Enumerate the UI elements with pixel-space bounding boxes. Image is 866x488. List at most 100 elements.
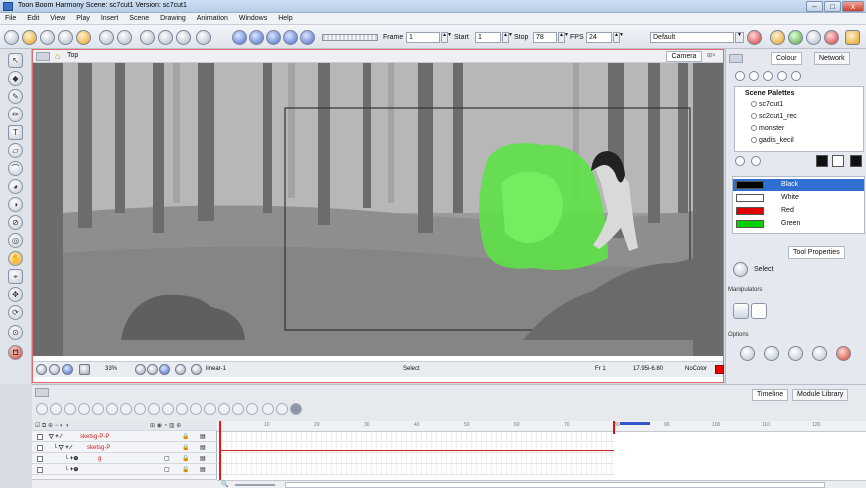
- timeline-zoom-icon[interactable]: 🔍: [221, 481, 228, 488]
- safe-area-icon[interactable]: [79, 364, 90, 375]
- previous-frame-icon[interactable]: [266, 30, 281, 45]
- render-preview-icon[interactable]: [175, 364, 186, 375]
- scene-end-marker[interactable]: [620, 422, 650, 425]
- panel-menu-icon[interactable]: [36, 52, 50, 61]
- remove-palette-icon[interactable]: [749, 71, 759, 81]
- bucket-tool-icon[interactable]: ⛾: [8, 345, 23, 360]
- morph-tool-icon[interactable]: ⊙: [8, 325, 23, 340]
- render-mode-icon[interactable]: [191, 364, 202, 375]
- undo-icon[interactable]: [99, 30, 114, 45]
- lock-icon[interactable]: 🔒: [182, 433, 189, 440]
- close-button[interactable]: x: [842, 1, 864, 12]
- stop-field[interactable]: 78: [533, 32, 557, 43]
- layer-mode-icon[interactable]: ▤: [200, 455, 206, 462]
- menu-windows[interactable]: Windows: [234, 13, 271, 22]
- add-keyframe-icon[interactable]: [134, 403, 146, 415]
- palette-browser-icon[interactable]: [763, 71, 773, 81]
- move-down-icon[interactable]: [791, 71, 801, 81]
- pencil-tool-icon[interactable]: ✏: [8, 107, 23, 122]
- frame-row[interactable]: [217, 454, 614, 464]
- layer-visibility-checkbox[interactable]: [37, 445, 43, 451]
- palette-item[interactable]: monster: [751, 125, 784, 132]
- render-mode-label[interactable]: linear-1: [206, 366, 226, 372]
- lock-icon[interactable]: 🔒: [182, 455, 189, 462]
- light-table-icon[interactable]: [49, 364, 60, 375]
- current-color-swatch[interactable]: [715, 365, 724, 374]
- option-apply-icon[interactable]: [836, 346, 851, 361]
- ease-icon[interactable]: [190, 403, 202, 415]
- lock-icon[interactable]: 🔒: [182, 466, 189, 473]
- option-flatten-icon[interactable]: [788, 346, 803, 361]
- hand-tool-icon[interactable]: ✥: [8, 287, 23, 302]
- tab-module-library[interactable]: Module Library: [792, 389, 849, 401]
- save-all-icon[interactable]: [58, 30, 73, 45]
- play-icon[interactable]: [249, 30, 264, 45]
- toggle-panels-icon[interactable]: [845, 30, 860, 45]
- record-icon[interactable]: [290, 403, 302, 415]
- add-color-card-icon[interactable]: [50, 403, 62, 415]
- color-row-red[interactable]: Red: [733, 205, 864, 217]
- preferences-icon[interactable]: [806, 30, 821, 45]
- blank-cell-icon[interactable]: [218, 403, 230, 415]
- panel-menu-icon[interactable]: [729, 54, 743, 63]
- render-icon[interactable]: [196, 30, 211, 45]
- maximize-button[interactable]: □: [824, 1, 841, 12]
- option-contour-icon[interactable]: [764, 346, 779, 361]
- layer-mode-icon[interactable]: ▤: [200, 466, 206, 473]
- add-peg-icon[interactable]: [64, 403, 76, 415]
- delete-layer-icon[interactable]: [120, 403, 132, 415]
- contour-editor-icon[interactable]: ◆: [8, 71, 23, 86]
- reset-icon[interactable]: [276, 403, 288, 415]
- list-mode-icon[interactable]: [832, 155, 844, 167]
- scene-canvas[interactable]: [33, 63, 723, 356]
- add-color-icon[interactable]: [735, 156, 745, 166]
- eraser-tool-icon[interactable]: ▱: [8, 143, 23, 158]
- remove-keyframe-icon[interactable]: [148, 403, 160, 415]
- swatch-mode-icon[interactable]: [816, 155, 828, 167]
- layer-filter-icon[interactable]: ⊞ ◉ ◔ ▥ ⊕: [150, 422, 181, 429]
- stop-marker[interactable]: [613, 421, 615, 434]
- timeline-scrollbar[interactable]: 🔍: [217, 480, 866, 488]
- layer-color-icon[interactable]: ▢: [164, 455, 170, 462]
- copy-icon[interactable]: [158, 30, 173, 45]
- layer-toggles-icon[interactable]: ☑ ⧉ ⊕ − ◐ ◑: [35, 422, 69, 430]
- add-sound-icon[interactable]: [106, 403, 118, 415]
- palette-item[interactable]: sc2cut1_rec: [751, 113, 797, 120]
- dropper-tool-icon[interactable]: ⌒: [8, 161, 23, 176]
- stroke-tool-icon[interactable]: ⊘: [8, 215, 23, 230]
- texture-icon[interactable]: [850, 155, 862, 167]
- frame-row[interactable]: [217, 432, 614, 442]
- menu-insert[interactable]: Insert: [96, 13, 123, 22]
- layer-list-scrollbar[interactable]: [32, 479, 217, 488]
- remove-color-icon[interactable]: [751, 156, 761, 166]
- lock-icon[interactable]: 🔒: [182, 444, 189, 451]
- tab-colour[interactable]: Colour: [771, 52, 802, 65]
- add-group-icon[interactable]: [78, 403, 90, 415]
- frame-stepper[interactable]: ▲▼: [441, 32, 452, 43]
- cut-icon[interactable]: [140, 30, 155, 45]
- fps-stepper[interactable]: ▲▼: [613, 32, 624, 43]
- panel-menu-icon[interactable]: [35, 388, 49, 397]
- move-up-icon[interactable]: [777, 71, 787, 81]
- cutter-tool-icon[interactable]: ◎: [8, 233, 23, 248]
- menu-file[interactable]: File: [0, 13, 20, 22]
- menu-animation[interactable]: Animation: [192, 13, 232, 22]
- transform-tool-icon[interactable]: ✋: [8, 251, 23, 266]
- layer-color-icon[interactable]: ▢: [164, 466, 170, 473]
- option-permanent-icon[interactable]: [812, 346, 827, 361]
- menu-edit[interactable]: Edit: [22, 13, 43, 22]
- normal-mode-button[interactable]: [733, 303, 749, 319]
- playback-speed-slider[interactable]: [322, 34, 378, 41]
- first-frame-icon[interactable]: [232, 30, 247, 45]
- layer-row[interactable]: └ +⊕ g ▢ 🔒 ▤: [32, 454, 217, 464]
- text-tool-icon[interactable]: T: [8, 125, 23, 140]
- redo-icon[interactable]: [117, 30, 132, 45]
- add-palette-icon[interactable]: [735, 71, 745, 81]
- playhead[interactable]: [219, 421, 221, 488]
- tab-timeline[interactable]: Timeline: [752, 389, 789, 401]
- save-icon[interactable]: [40, 30, 55, 45]
- frame-field[interactable]: 1: [406, 32, 440, 43]
- scene-settings-icon[interactable]: [770, 30, 785, 45]
- sync-icon[interactable]: [232, 403, 244, 415]
- workspace-dropdown-arrow[interactable]: ▼: [735, 32, 744, 43]
